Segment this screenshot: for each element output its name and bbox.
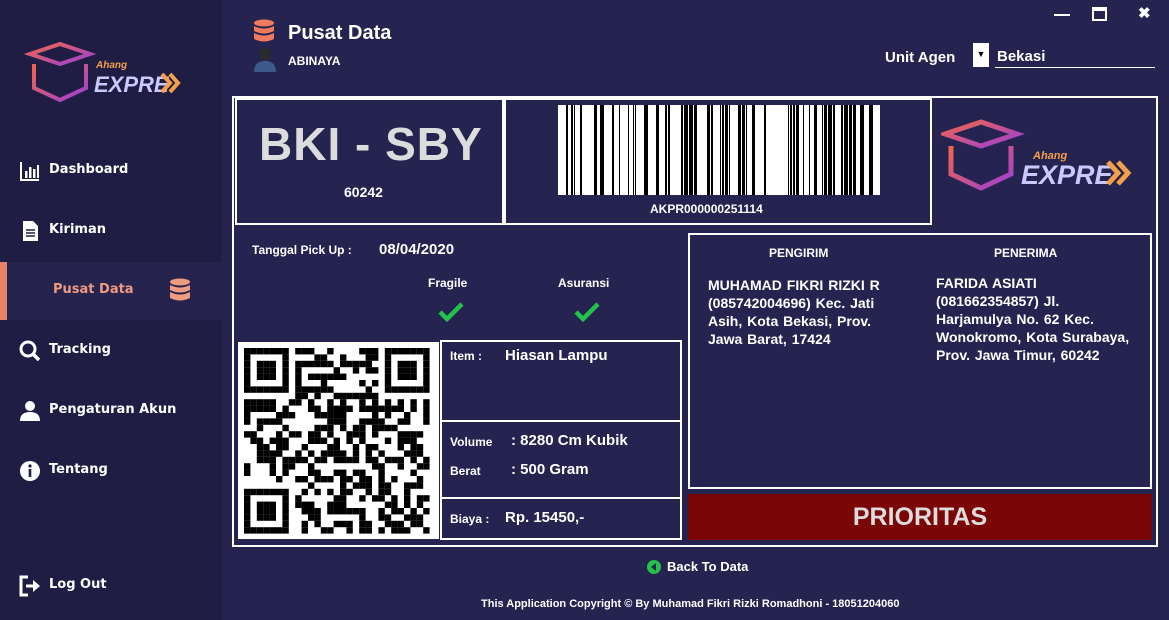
- sidebar-item-label: Dashboard: [49, 162, 129, 177]
- svg-text:EXPRE: EXPRE: [94, 72, 170, 97]
- brand-small-text: Ahang: [1033, 150, 1068, 162]
- unit-agen-label: Unit Agen: [885, 49, 956, 66]
- sidebar-item-tracking[interactable]: Tracking: [0, 322, 222, 380]
- brand-logo-right: EXPRE Ahang: [937, 118, 1141, 198]
- database-icon: [254, 19, 274, 42]
- brand-logo: EXPRE Ahang: [23, 40, 194, 106]
- close-icon: ✖: [1138, 5, 1151, 22]
- service-type-banner: PRIORITAS: [688, 494, 1152, 540]
- sidebar-item-kiriman[interactable]: Kiriman: [0, 202, 222, 260]
- cost-label: Biaya :: [450, 512, 490, 526]
- unit-agen-field[interactable]: Bekasi: [995, 48, 1155, 68]
- weight-label: Berat: [450, 464, 481, 478]
- receiver-heading: PENERIMA: [994, 246, 1058, 260]
- maximize-button[interactable]: [1092, 7, 1107, 21]
- sidebar: EXPRE Ahang Dashboard Kiriman Pusat Data: [0, 0, 222, 620]
- avatar: [254, 48, 276, 72]
- brand-small-text: Ahang: [96, 60, 128, 71]
- close-button[interactable]: ✖: [1138, 4, 1151, 22]
- sidebar-item-tentang[interactable]: Tentang: [0, 442, 222, 500]
- chart-icon: [20, 162, 39, 181]
- sidebar-item-pengaturan-akun[interactable]: Pengaturan Akun: [0, 382, 222, 440]
- volume-label: Volume: [450, 435, 493, 449]
- logout-button[interactable]: Log Out: [0, 557, 222, 615]
- database-icon: [170, 278, 190, 301]
- postal-code: 60242: [344, 184, 383, 200]
- item-value: Hiasan Lampu: [505, 347, 608, 364]
- logout-icon: [19, 575, 40, 597]
- volume-value: : 8280 Cm Kubik: [511, 432, 628, 449]
- sidebar-item-label: Tentang: [49, 462, 108, 477]
- user-icon: [20, 401, 40, 421]
- sidebar-item-dashboard[interactable]: Dashboard: [0, 142, 222, 200]
- item-label: Item :: [450, 349, 483, 363]
- barcode-image: [558, 105, 880, 195]
- minimize-button[interactable]: [1054, 14, 1070, 16]
- sidebar-item-label: Kiriman: [49, 222, 106, 237]
- page-title: Pusat Data: [288, 22, 392, 44]
- info-icon: [20, 461, 40, 481]
- tracking-number: AKPR000000251114: [650, 202, 763, 216]
- user-name: ABINAYA: [288, 54, 341, 68]
- receiver-address: FARIDA ASIATI (081662354857) Jl. Harjamu…: [936, 275, 1130, 363]
- document-icon: [23, 221, 38, 241]
- insurance-check-icon: [574, 302, 600, 322]
- copyright-footer: This Application Copyright © By Muhamad …: [481, 598, 900, 610]
- back-to-data-button[interactable]: Back To Data: [647, 559, 748, 574]
- fragile-check-icon: [438, 302, 464, 322]
- unit-dropdown-button[interactable]: ▼: [973, 43, 989, 67]
- pickup-date-value: 08/04/2020: [379, 241, 455, 258]
- svg-text:EXPRE: EXPRE: [1021, 160, 1114, 190]
- chevron-down-icon: ▼: [976, 49, 986, 59]
- active-indicator: [0, 262, 7, 320]
- sidebar-item-label: Tracking: [49, 342, 111, 357]
- back-to-data-label: Back To Data: [667, 559, 749, 574]
- fragile-label: Fragile: [428, 276, 468, 290]
- sidebar-item-label: Pengaturan Akun: [49, 402, 177, 417]
- sender-address: MUHAMAD FIKRI RIZKI R (085742004696) Kec…: [708, 277, 880, 347]
- search-icon: [19, 340, 41, 362]
- pickup-date-label: Tanggal Pick Up :: [252, 243, 352, 257]
- weight-value: : 500 Gram: [511, 461, 589, 478]
- arrow-left-icon: [647, 559, 661, 574]
- sender-heading: PENGIRIM: [769, 246, 829, 260]
- sidebar-item-label: Pusat Data: [53, 282, 134, 297]
- insurance-label: Asuransi: [558, 276, 610, 290]
- route-code-large: BKI - SBY: [259, 118, 483, 170]
- sidebar-item-pusat-data[interactable]: Pusat Data: [0, 262, 222, 320]
- qr-code-image: [238, 342, 439, 539]
- sidebar-item-label: Log Out: [49, 577, 107, 592]
- cost-value: Rp. 15450,-: [505, 509, 585, 526]
